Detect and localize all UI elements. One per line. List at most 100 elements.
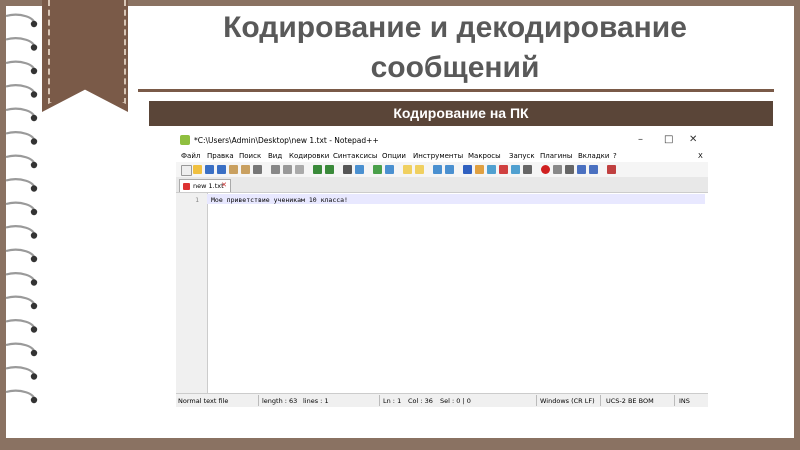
spiral-hole <box>30 20 38 28</box>
menu-options[interactable]: Опции <box>382 152 406 160</box>
menu-view[interactable]: Вид <box>268 152 282 160</box>
spiral-hole <box>30 138 38 145</box>
spiral-ring <box>5 37 36 48</box>
spiral-ring <box>5 13 36 25</box>
word-wrap-icon[interactable] <box>433 165 442 174</box>
status-mode: INS <box>679 397 690 405</box>
maximize-button[interactable]: □ <box>664 134 673 145</box>
zoom-in-icon[interactable] <box>373 165 382 174</box>
status-lines: lines : 1 <box>303 397 329 405</box>
menu-run[interactable]: Запуск <box>509 152 535 160</box>
menu-tools[interactable]: Инструменты <box>413 152 463 160</box>
menu-encoding[interactable]: Кодировки <box>289 152 329 160</box>
status-divider <box>536 395 537 406</box>
slide-title: Кодирование и декодирование сообщений <box>223 11 687 84</box>
save-macro-icon[interactable] <box>589 165 598 174</box>
status-ln: Ln : 1 <box>383 397 402 405</box>
spiral-ring <box>5 319 36 330</box>
function-list-icon[interactable] <box>499 165 508 174</box>
save-icon[interactable] <box>205 165 214 174</box>
spell-check-icon[interactable] <box>607 165 616 174</box>
undo-icon[interactable] <box>313 165 322 174</box>
save-all-icon[interactable] <box>217 165 226 174</box>
open-folder-icon[interactable] <box>193 165 202 174</box>
status-encoding: UCS-2 BE BOM <box>606 397 654 405</box>
spiral-hole <box>30 185 38 192</box>
spiral-ring <box>5 60 36 72</box>
menu-plugins[interactable]: Плагины <box>540 152 572 160</box>
tab-label: new 1.txt <box>193 182 224 190</box>
copy-icon[interactable] <box>283 165 292 174</box>
spiral-hole <box>30 349 38 357</box>
spiral-ring <box>5 107 36 119</box>
play-macro-icon[interactable] <box>565 165 574 174</box>
spiral-hole <box>30 302 38 310</box>
spiral-ring <box>5 342 36 354</box>
close-button[interactable]: ✕ <box>689 134 697 145</box>
status-bar: Normal text file length : 63 lines : 1 L… <box>176 393 708 407</box>
menu-tabs[interactable]: Вкладки <box>578 152 609 160</box>
window-title: *C:\Users\Admin\Desktop\new 1.txt - Note… <box>194 136 379 145</box>
doc-map-icon[interactable] <box>487 165 496 174</box>
sync-horizontal-icon[interactable] <box>415 165 424 174</box>
sync-vertical-icon[interactable] <box>403 165 412 174</box>
status-divider <box>600 395 601 406</box>
line-number: 1 <box>195 196 199 204</box>
spiral-ring <box>5 366 36 377</box>
menu-syntax[interactable]: Синтаксисы <box>333 152 377 160</box>
toolbar <box>176 162 708 178</box>
spiral-hole <box>30 326 38 333</box>
indent-guide-icon[interactable] <box>463 165 472 174</box>
spiral-hole <box>30 255 38 263</box>
spiral-hole <box>30 91 38 98</box>
menu-close-doc[interactable]: X <box>698 152 703 160</box>
stop-macro-icon[interactable] <box>553 165 562 174</box>
udl-icon[interactable] <box>475 165 484 174</box>
show-all-chars-icon[interactable] <box>445 165 454 174</box>
spiral-ring <box>5 131 36 142</box>
zoom-out-icon[interactable] <box>385 165 394 174</box>
menu-help[interactable]: ? <box>613 152 617 160</box>
menu-macros[interactable]: Макросы <box>468 152 501 160</box>
menu-file[interactable]: Файл <box>181 152 200 160</box>
tab-bar: new 1.txt ✕ <box>176 177 708 193</box>
status-sel: Sel : 0 | 0 <box>440 397 471 405</box>
find-icon[interactable] <box>343 165 352 174</box>
cut-icon[interactable] <box>271 165 280 174</box>
menu-bar: Файл Правка Поиск Вид Кодировки Синтакси… <box>176 149 708 162</box>
status-length: length : 63 <box>262 397 298 405</box>
spiral-hole <box>30 279 38 286</box>
status-divider <box>258 395 259 406</box>
spiral-hole <box>30 67 38 75</box>
status-divider <box>379 395 380 406</box>
status-file-type: Normal text file <box>178 397 229 405</box>
spiral-hole <box>30 373 38 380</box>
spiral-hole <box>30 232 38 239</box>
status-col: Col : 36 <box>408 397 433 405</box>
spiral-ring <box>5 295 36 307</box>
close-all-icon[interactable] <box>241 165 250 174</box>
status-eol: Windows (CR LF) <box>540 397 595 405</box>
menu-edit[interactable]: Правка <box>207 152 234 160</box>
spiral-ring <box>5 201 36 213</box>
spiral-hole <box>30 396 38 404</box>
close-file-icon[interactable] <box>229 165 238 174</box>
paste-icon[interactable] <box>295 165 304 174</box>
record-macro-icon[interactable] <box>541 165 550 174</box>
editor-text[interactable]: Мое приветствие ученикам 10 класса! <box>211 196 348 204</box>
run-macro-multiple-icon[interactable] <box>577 165 586 174</box>
folder-workspace-icon[interactable] <box>511 165 520 174</box>
notepad-window: *C:\Users\Admin\Desktop\new 1.txt - Note… <box>176 132 708 407</box>
monitoring-icon[interactable] <box>523 165 532 174</box>
spiral-ring <box>5 84 36 95</box>
editor-area[interactable]: 1 Мое приветствие ученикам 10 класса! <box>176 192 708 393</box>
tab-close-button[interactable]: ✕ <box>221 181 227 189</box>
minimize-button[interactable]: – <box>638 134 643 145</box>
tab-new-1[interactable]: new 1.txt ✕ <box>179 179 231 193</box>
spiral-ring <box>5 248 36 260</box>
new-file-icon[interactable] <box>181 165 192 176</box>
print-icon[interactable] <box>253 165 262 174</box>
menu-search[interactable]: Поиск <box>239 152 261 160</box>
replace-icon[interactable] <box>355 165 364 174</box>
redo-icon[interactable] <box>325 165 334 174</box>
